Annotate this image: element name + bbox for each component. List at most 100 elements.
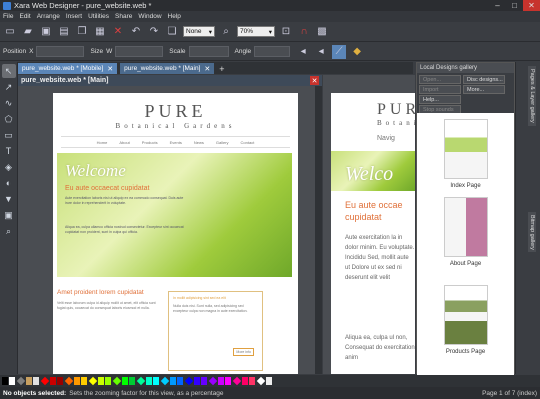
menu-window[interactable]: Window [138, 13, 161, 20]
color-swatch[interactable] [50, 377, 56, 385]
close-window-button[interactable]: ✕ [523, 0, 540, 11]
nav-gallery[interactable]: Gallery [216, 140, 229, 145]
align-right-icon[interactable]: ◂ [314, 45, 328, 59]
angle-field[interactable] [254, 46, 291, 57]
color-swatch[interactable] [242, 377, 248, 385]
text-tool-icon[interactable]: T [2, 144, 16, 158]
export-icon[interactable]: ▤ [57, 25, 71, 39]
mobile-page-canvas[interactable]: PURE Botani Navig Welco Eu aute occae cu… [331, 93, 415, 374]
color-swatch[interactable] [26, 377, 32, 385]
tag-icon[interactable]: ◆ [350, 45, 364, 59]
color-swatch[interactable] [16, 376, 26, 386]
zoom-icon[interactable]: ⌕ [219, 25, 233, 39]
paste-icon[interactable]: ▦ [93, 25, 107, 39]
disc-designs-button[interactable]: Disc designs... [463, 75, 505, 84]
color-swatch[interactable] [177, 377, 183, 385]
close-icon[interactable]: ✕ [107, 65, 113, 73]
gallery-open-button[interactable]: Open... [419, 75, 461, 84]
zoom-select[interactable]: 70% ▾ [237, 26, 275, 37]
menu-utilities[interactable]: Utilities [88, 13, 109, 20]
align-left-icon[interactable]: ◂ [296, 45, 310, 59]
zoom-tool-icon[interactable]: ⌕ [2, 224, 16, 238]
nav-about[interactable]: About [119, 140, 129, 145]
position-x-field[interactable] [36, 46, 85, 57]
nav-home[interactable]: Home [97, 140, 108, 145]
color-swatch[interactable] [184, 376, 194, 386]
color-swatch[interactable] [201, 377, 207, 385]
gallery-item[interactable]: About Page [417, 197, 514, 267]
shadow-tool-icon[interactable]: ▼ [2, 192, 16, 206]
color-swatch[interactable] [170, 377, 176, 385]
new-file-icon[interactable]: ▭ [3, 25, 17, 39]
close-icon[interactable]: ✕ [204, 65, 210, 73]
tab-mobile[interactable]: pure_website.web * [Mobile] ✕ [18, 63, 118, 74]
undo-icon[interactable]: ↶ [129, 25, 143, 39]
copy-icon[interactable]: ❐ [75, 25, 89, 39]
color-swatch[interactable] [194, 377, 200, 385]
color-swatch[interactable] [2, 377, 8, 385]
pages-layer-gallery-tab[interactable]: Pages & Layer gallery [528, 66, 536, 126]
menu-arrange[interactable]: Arrange [37, 13, 60, 20]
color-swatch[interactable] [249, 377, 255, 385]
color-swatch[interactable] [112, 376, 122, 386]
close-view-icon[interactable]: ✕ [310, 76, 319, 85]
node-tool-icon[interactable]: ↗ [2, 80, 16, 94]
main-view[interactable]: pure_website.web * [Main] ✕ PURE Botanic… [18, 75, 322, 374]
color-swatch[interactable] [9, 377, 15, 385]
nav-products[interactable]: Products [142, 140, 158, 145]
transparency-tool-icon[interactable]: ◐ [2, 176, 16, 190]
nav-events[interactable]: Events [170, 140, 182, 145]
delete-icon[interactable]: ✕ [111, 25, 125, 39]
color-swatch[interactable] [129, 377, 135, 385]
open-folder-icon[interactable]: ▰ [21, 25, 35, 39]
add-tab-icon[interactable]: + [219, 64, 224, 74]
minimize-button[interactable]: – [489, 0, 506, 11]
shape-tool-icon[interactable]: ⬠ [2, 112, 16, 126]
color-swatch[interactable] [136, 376, 146, 386]
save-icon[interactable]: ▣ [39, 25, 53, 39]
fill-tool-icon[interactable]: ◈ [2, 160, 16, 174]
nav-news[interactable]: News [194, 140, 204, 145]
rectangle-tool-icon[interactable]: ▭ [2, 128, 16, 142]
color-swatch[interactable] [122, 377, 128, 385]
gallery-item[interactable]: Products Page [417, 285, 514, 355]
web-page-canvas[interactable]: PURE Botanical Gardens Home About Produc… [53, 93, 298, 374]
color-swatch[interactable] [256, 376, 266, 386]
layers-icon[interactable]: ▩ [315, 25, 329, 39]
bitmap-gallery-tab[interactable]: Bitmap gallery [528, 212, 536, 252]
gallery-item[interactable]: Index Page [417, 119, 514, 189]
gallery-import-button[interactable]: Import [419, 85, 461, 94]
photo-tool-icon[interactable]: ▣ [2, 208, 16, 222]
width-field[interactable] [115, 46, 164, 57]
color-swatch[interactable] [218, 377, 224, 385]
mobile-view[interactable]: PURE Botani Navig Welco Eu aute occae cu… [323, 75, 415, 374]
nav-contact[interactable]: Contact [241, 140, 255, 145]
color-swatch[interactable] [225, 377, 231, 385]
color-swatch[interactable] [232, 376, 242, 386]
quality-select[interactable]: None ▾ [183, 26, 215, 37]
color-swatch[interactable] [146, 377, 152, 385]
menu-share[interactable]: Share [115, 13, 132, 20]
menu-file[interactable]: File [3, 13, 13, 20]
color-swatch[interactable] [64, 376, 74, 386]
mobile-nav[interactable]: Navig [377, 135, 415, 142]
color-swatch[interactable] [81, 377, 87, 385]
color-swatch[interactable] [98, 377, 104, 385]
scale-field[interactable] [188, 46, 229, 57]
color-swatch[interactable] [266, 377, 272, 385]
selector-tool-icon[interactable]: ↖ [1, 64, 16, 78]
color-swatch[interactable] [153, 377, 159, 385]
menu-insert[interactable]: Insert [66, 13, 82, 20]
color-swatch[interactable] [160, 376, 170, 386]
gallery-help-button[interactable]: Help... [419, 95, 461, 104]
gallery-more-button[interactable]: More... [463, 85, 505, 94]
color-swatch[interactable] [74, 377, 80, 385]
tab-main[interactable]: pure_website.web * [Main] ✕ [120, 63, 215, 74]
freehand-tool-icon[interactable]: ∿ [2, 96, 16, 110]
menu-help[interactable]: Help [168, 13, 181, 20]
magnet-icon[interactable]: ∩ [297, 25, 311, 39]
main-view-scrollbar[interactable] [315, 86, 322, 374]
color-swatch[interactable] [57, 377, 63, 385]
menu-edit[interactable]: Edit [19, 13, 30, 20]
flip-icon[interactable]: ⟋ [332, 44, 347, 59]
